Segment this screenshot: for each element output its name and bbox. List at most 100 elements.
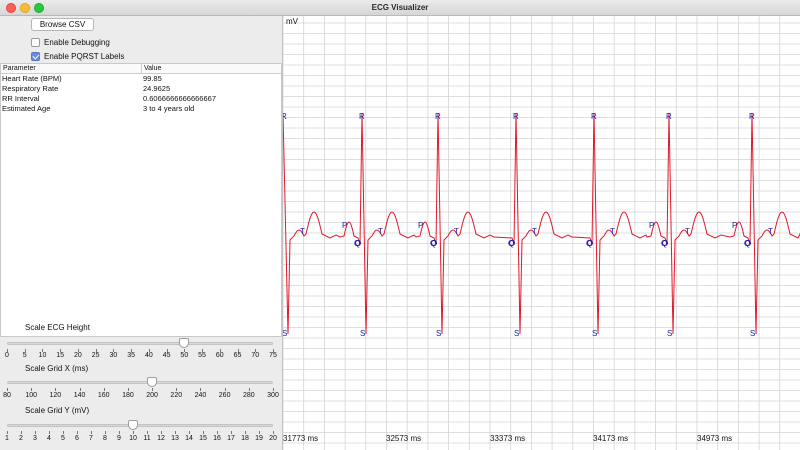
slider-tick-label: 20 [74, 352, 82, 359]
table-row[interactable]: Respiratory Rate 24.9625 [1, 84, 281, 94]
column-header-value[interactable]: Value [141, 64, 281, 73]
slider-tick [203, 431, 204, 434]
slider-tick-label: 15 [56, 352, 65, 359]
pqrst-label-p: P [649, 221, 654, 230]
slider-tick-label: 40 [144, 352, 153, 359]
ecg-plot[interactable]: RSTRSQPTRSQPTRSQTRSQTRSQPTRSQPT mV 31773… [282, 16, 800, 450]
slider-tick-label: 80 [3, 392, 11, 399]
slider-tick-label: 200 [146, 392, 158, 399]
ecg-height-slider-title: Scale ECG Height [25, 323, 90, 332]
pqrst-label-s: S [360, 329, 365, 338]
slider-tick [7, 431, 8, 434]
table-cell-parameter: RR Interval [2, 94, 40, 103]
slider-tick-label: 300 [267, 392, 279, 399]
slider-tick-label: 15 [199, 435, 207, 442]
slider-tick-label: 140 [73, 392, 86, 399]
pqrst-label-t: T [300, 227, 305, 236]
slider-tick-label: 7 [89, 435, 93, 442]
table-row[interactable]: RR Interval 0.6066666666666667 [1, 94, 281, 104]
pqrst-label-p: P [418, 221, 423, 230]
pqrst-label-t: T [378, 227, 383, 236]
pqrst-label-p: P [732, 221, 737, 230]
slider-tick [152, 388, 154, 391]
grid-y-slider-labels: 1 2 3 4 5 6 7 8 9 10 11 12 13 14 15 16 17 18 19 20 [0, 435, 282, 444]
slider-tick [119, 431, 120, 434]
slider-tick-label: 4 [47, 435, 51, 442]
grid-y-slider-thumb[interactable] [128, 420, 138, 430]
slider-tick-label: 280 [242, 392, 255, 399]
pqrst-label-s: S [283, 329, 287, 338]
pqrst-label-r: R [283, 112, 287, 121]
grid-x-slider-labels: 80 100 120 140 160 180 200 220 240 260 280 300 [0, 392, 282, 401]
slider-tick [248, 388, 250, 391]
slider-tick-label: 160 [97, 392, 110, 399]
debugging-checkbox[interactable] [31, 38, 40, 47]
table-cell-parameter: Heart Rate (BPM) [2, 74, 62, 83]
slider-tick-label: 18 [241, 435, 249, 442]
slider-tick [273, 431, 274, 434]
slider-tick [189, 431, 190, 434]
pqrst-checkbox[interactable] [31, 52, 40, 61]
y-unit-label: mV [286, 17, 298, 26]
slider-tick-label: 30 [109, 352, 118, 359]
ecg-height-slider-track[interactable] [7, 342, 273, 345]
slider-tick-label: 11 [143, 435, 151, 442]
slider-tick [231, 431, 232, 434]
pqrst-label-s: S [750, 329, 755, 338]
slider-tick-label: 35 [127, 352, 136, 359]
pqrst-label-t: T [685, 227, 690, 236]
slider-tick-label: 6 [75, 435, 79, 442]
table-row[interactable]: Estimated Age 3 to 4 years old [1, 104, 281, 114]
ecg-waveform-line [283, 112, 800, 335]
slider-tick-label: 75 [269, 352, 277, 359]
slider-tick [147, 431, 148, 434]
slider-tick-label: 240 [194, 392, 207, 399]
browse-csv-button[interactable]: Browse CSV [31, 18, 94, 31]
slider-tick-label: 14 [185, 435, 193, 442]
slider-tick-label: 120 [49, 392, 62, 399]
slider-tick [91, 431, 92, 434]
table-cell-parameter: Estimated Age [2, 104, 51, 113]
slider-tick [176, 388, 178, 391]
slider-tick-label: 50 [180, 352, 189, 359]
pqrst-label-s: S [436, 329, 441, 338]
title-bar: ECG Visualizer [0, 0, 800, 16]
slider-tick [161, 431, 162, 434]
grid-y-slider-track[interactable] [7, 424, 273, 427]
pqrst-option[interactable]: Enable PQRST Labels [31, 51, 124, 62]
parameter-table: Parameter Value Heart Rate (BPM) 99.85 R… [0, 63, 282, 337]
slider-tick-label: 10 [38, 352, 47, 359]
slider-tick-label: 180 [122, 392, 134, 399]
x-axis-label: 31773 ms [283, 434, 319, 443]
slider-tick-label: 13 [171, 435, 179, 442]
slider-tick-label: 260 [218, 392, 231, 399]
slider-tick-label: 65 [233, 352, 242, 359]
column-header-parameter[interactable]: Parameter [1, 64, 141, 73]
grid-x-slider-thumb[interactable] [147, 377, 158, 387]
slider-tick-label: 25 [91, 352, 100, 359]
ecg-chart-svg: RSTRSQPTRSQPTRSQTRSQTRSQPTRSQPT [283, 16, 800, 450]
slider-tick [35, 431, 36, 434]
pqrst-label-p: P [342, 221, 347, 230]
slider-tick [7, 388, 8, 391]
table-row[interactable]: Heart Rate (BPM) 99.85 [1, 74, 281, 84]
slider-tick-label: 9 [117, 435, 121, 442]
slider-tick [49, 431, 50, 434]
slider-tick-label: 5 [22, 352, 27, 359]
slider-tick-label: 70 [251, 352, 260, 359]
pqrst-label-s: S [592, 329, 597, 338]
slider-tick-label: 45 [162, 352, 171, 359]
slider-tick [273, 388, 274, 391]
table-header: Parameter Value [1, 64, 281, 74]
grid-x-slider-title: Scale Grid X (ms) [25, 364, 89, 373]
pqrst-label-s: S [667, 329, 672, 338]
ecg-height-slider-thumb[interactable] [179, 338, 190, 348]
debugging-option[interactable]: Enable Debugging [31, 37, 110, 48]
pqrst-label-s: S [514, 329, 519, 338]
slider-tick-label: 17 [227, 435, 235, 442]
slider-tick-label: 19 [255, 435, 263, 442]
grid-x-slider-track[interactable] [7, 381, 273, 384]
slider-tick [133, 431, 134, 434]
slider-tick [79, 388, 81, 391]
slider-tick [63, 431, 64, 434]
